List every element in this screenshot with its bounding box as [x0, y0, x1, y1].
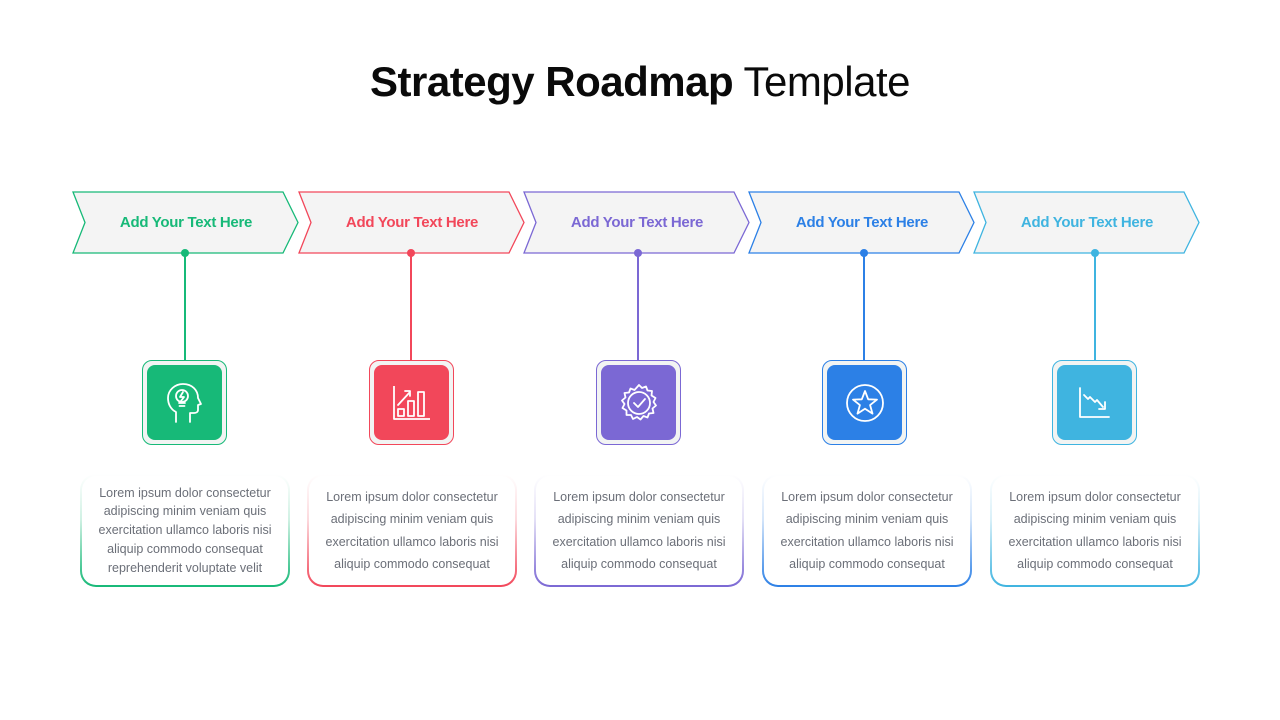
title-bold: Strategy Roadmap [370, 58, 734, 105]
icon-tile [147, 365, 222, 440]
icon-tile [374, 365, 449, 440]
step-description-box: Lorem ipsum dolor consectetur adipiscing… [990, 474, 1200, 587]
step-description-box: Lorem ipsum dolor consectetur adipiscing… [762, 474, 972, 587]
connector-line [863, 253, 865, 361]
connector-line [184, 253, 186, 361]
step-title: Add Your Text Here [345, 214, 479, 231]
bar-chart-growth-icon [392, 384, 432, 422]
step-description: Lorem ipsum dolor consectetur adipiscing… [98, 485, 272, 575]
icon-tile [827, 365, 902, 440]
connector-line [637, 253, 639, 361]
connector-line [1094, 253, 1096, 361]
step-chevron: Add Your Text Here [973, 191, 1201, 254]
page-title: Strategy Roadmap Template [0, 58, 1280, 106]
icon-tile [1057, 365, 1132, 440]
step-title: Add Your Text Here [570, 214, 704, 231]
icon-tile [601, 365, 676, 440]
step-description: Lorem ipsum dolor consectetur adipiscing… [552, 489, 726, 572]
line-chart-decline-icon [1077, 386, 1113, 420]
step-description: Lorem ipsum dolor consectetur adipiscing… [780, 489, 954, 572]
step-chevron: Add Your Text Here [748, 191, 976, 254]
step-title: Add Your Text Here [119, 214, 253, 231]
icon-box [822, 360, 907, 445]
icon-box [1052, 360, 1137, 445]
step-description: Lorem ipsum dolor consectetur adipiscing… [1008, 489, 1182, 572]
step-description-box: Lorem ipsum dolor consectetur adipiscing… [80, 474, 290, 587]
step-chevron: Add Your Text Here [298, 191, 526, 254]
step-description-box: Lorem ipsum dolor consectetur adipiscing… [534, 474, 744, 587]
step-description-box: Lorem ipsum dolor consectetur adipiscing… [307, 474, 517, 587]
step-title: Add Your Text Here [1020, 214, 1154, 231]
step-chevron: Add Your Text Here [72, 191, 300, 254]
icon-box [142, 360, 227, 445]
step-description: Lorem ipsum dolor consectetur adipiscing… [325, 489, 499, 572]
connector-line [410, 253, 412, 361]
head-lightbulb-icon [165, 381, 205, 425]
step-chevron: Add Your Text Here [523, 191, 751, 254]
icon-box [596, 360, 681, 445]
icon-box [369, 360, 454, 445]
badge-check-icon [619, 383, 659, 423]
star-circle-icon [845, 383, 885, 423]
title-light: Template [743, 58, 911, 105]
step-title: Add Your Text Here [795, 214, 929, 231]
